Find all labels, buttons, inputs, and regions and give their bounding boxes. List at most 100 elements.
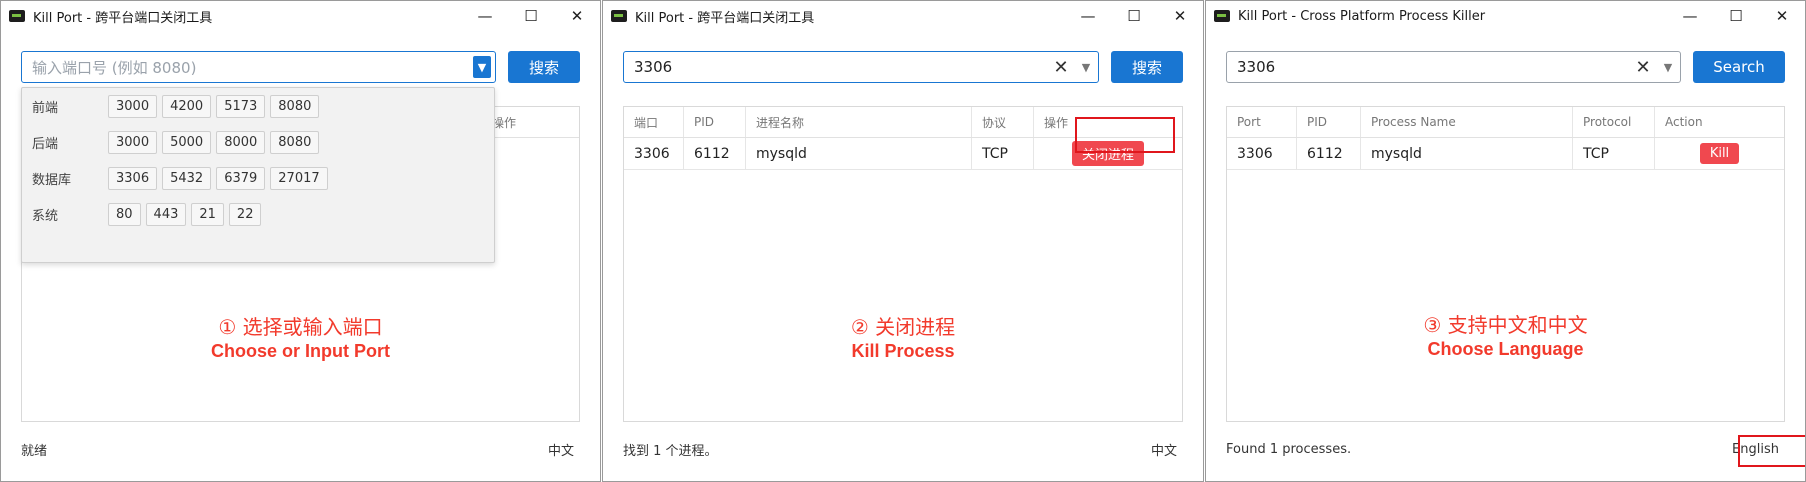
port-preset-dropdown: 前端 3000 4200 5173 8080 后端 3000 5000 8000… xyxy=(21,87,495,263)
step-caption: ① 选择或输入端口 Choose or Input Port xyxy=(21,311,580,362)
port-input[interactable]: 输入端口号 (例如 8080) xyxy=(22,57,473,78)
header-pid: PID xyxy=(1297,107,1361,137)
step-caption: ② 关闭进程 Kill Process xyxy=(623,311,1183,362)
app-icon xyxy=(611,10,627,22)
minimize-icon: — xyxy=(1080,7,1096,25)
title-bar[interactable]: Kill Port - 跨平台端口关闭工具 — ☐ ✕ xyxy=(1,1,600,31)
table-header: Port PID Process Name Protocol Action xyxy=(1227,107,1784,138)
language-toggle[interactable]: 中文 xyxy=(1151,440,1183,459)
title-bar[interactable]: Kill Port - Cross Platform Process Kille… xyxy=(1206,1,1805,31)
preset-row-backend: 后端 3000 5000 8000 8080 xyxy=(22,124,494,160)
cell-protocol: TCP xyxy=(972,138,1034,169)
header-action-partial: 操作 xyxy=(492,115,517,130)
caption-zh: ① 选择或输入端口 xyxy=(218,315,383,339)
header-action: Action xyxy=(1665,115,1703,129)
preset-port-chip[interactable]: 27017 xyxy=(270,166,328,190)
preset-port-chip[interactable]: 8080 xyxy=(270,130,320,154)
header-name: 进程名称 xyxy=(746,107,972,137)
minimize-icon: — xyxy=(477,7,493,25)
minimize-button[interactable]: — xyxy=(1065,1,1111,31)
cell-action: Kill xyxy=(1655,138,1784,169)
status-text: 就绪 xyxy=(21,443,48,459)
search-button[interactable]: 搜索 xyxy=(1111,51,1183,83)
close-button[interactable]: ✕ xyxy=(1759,1,1805,31)
chevron-down-icon[interactable]: ▼ xyxy=(473,56,491,78)
preset-port-chip[interactable]: 8080 xyxy=(270,94,320,118)
preset-port-chip[interactable]: 5000 xyxy=(162,130,212,154)
preset-port-chip[interactable]: 22 xyxy=(228,202,262,226)
preset-port-chip[interactable]: 4200 xyxy=(162,94,212,118)
maximize-button[interactable]: ☐ xyxy=(508,1,554,31)
maximize-icon: ☐ xyxy=(1729,7,1743,25)
chevron-down-icon[interactable]: ▼ xyxy=(1074,61,1098,74)
port-combobox[interactable]: 输入端口号 (例如 8080) ▼ xyxy=(21,51,496,83)
preset-port-chip[interactable]: 21 xyxy=(191,202,224,226)
port-combobox[interactable]: 3306 ✕ ▼ xyxy=(1226,51,1681,83)
search-button[interactable]: Search xyxy=(1693,51,1785,83)
language-toggle[interactable]: 中文 xyxy=(548,440,580,459)
close-button[interactable]: ✕ xyxy=(1157,1,1203,31)
clear-icon[interactable]: ✕ xyxy=(1048,57,1074,78)
preset-port-chip[interactable]: 5173 xyxy=(216,94,266,118)
preset-port-chip[interactable]: 80 xyxy=(108,202,141,226)
step-caption: ③ 支持中文和中文 Choose Language xyxy=(1226,309,1785,360)
preset-port-chip[interactable]: 5432 xyxy=(162,166,212,190)
header-port: 端口 xyxy=(624,107,684,137)
window-title: Kill Port - 跨平台端口关闭工具 xyxy=(635,10,815,26)
minimize-button[interactable]: — xyxy=(462,1,508,31)
status-text: 找到 1 个进程。 xyxy=(623,443,718,459)
preset-label: 数据库 xyxy=(32,172,72,188)
maximize-icon: ☐ xyxy=(1127,7,1141,25)
header-name: Process Name xyxy=(1361,107,1573,137)
preset-row-system: 系统 80 443 21 22 xyxy=(22,196,494,232)
preset-port-chip[interactable]: 6379 xyxy=(216,166,266,190)
close-icon: ✕ xyxy=(570,7,584,25)
window-3: Kill Port - Cross Platform Process Kille… xyxy=(1205,0,1806,482)
table-row[interactable]: 3306 6112 mysqld TCP Kill xyxy=(1227,138,1784,170)
preset-label: 系统 xyxy=(32,208,59,224)
chevron-down-icon[interactable]: ▼ xyxy=(1656,61,1680,74)
status-text: Found 1 processes. xyxy=(1226,441,1352,457)
close-button[interactable]: ✕ xyxy=(554,1,600,31)
app-icon xyxy=(1214,10,1230,22)
cell-name: mysqld xyxy=(1361,138,1573,169)
cell-port: 3306 xyxy=(624,138,684,169)
port-combobox[interactable]: 3306 ✕ ▼ xyxy=(623,51,1099,83)
app-icon xyxy=(9,10,25,22)
caption-en: Choose or Input Port xyxy=(211,341,390,361)
highlight-box xyxy=(1075,117,1175,153)
minimize-button[interactable]: — xyxy=(1667,1,1713,31)
close-icon: ✕ xyxy=(1173,7,1187,25)
preset-port-chip[interactable]: 443 xyxy=(145,202,187,226)
cell-name: mysqld xyxy=(746,138,972,169)
highlight-box xyxy=(1738,435,1805,467)
preset-port-chip[interactable]: 3306 xyxy=(108,166,158,190)
caption-en: Kill Process xyxy=(851,341,955,361)
maximize-icon: ☐ xyxy=(524,7,538,25)
port-input[interactable]: 3306 xyxy=(624,58,1048,76)
maximize-button[interactable]: ☐ xyxy=(1111,1,1157,31)
process-table: Port PID Process Name Protocol Action 33… xyxy=(1226,106,1785,422)
header-protocol: Protocol xyxy=(1573,107,1655,137)
preset-row-frontend: 前端 3000 4200 5173 8080 xyxy=(22,88,494,124)
kill-process-button[interactable]: Kill xyxy=(1699,143,1740,164)
preset-port-chip[interactable]: 8000 xyxy=(216,130,266,154)
preset-port-chip[interactable]: 3000 xyxy=(108,130,158,154)
cell-port: 3306 xyxy=(1227,138,1297,169)
preset-label: 后端 xyxy=(32,136,59,152)
header-port: Port xyxy=(1227,107,1297,137)
process-table: 端口 PID 进程名称 协议 操作 3306 6112 mysqld TCP 关… xyxy=(623,106,1183,422)
search-button[interactable]: 搜索 xyxy=(508,51,580,83)
preset-port-chip[interactable]: 3000 xyxy=(108,94,158,118)
maximize-button[interactable]: ☐ xyxy=(1713,1,1759,31)
title-bar[interactable]: Kill Port - 跨平台端口关闭工具 — ☐ ✕ xyxy=(603,1,1203,31)
clear-icon[interactable]: ✕ xyxy=(1630,57,1656,78)
port-input[interactable]: 3306 xyxy=(1227,58,1630,76)
cell-protocol: TCP xyxy=(1573,138,1655,169)
header-pid: PID xyxy=(684,107,746,137)
preset-row-database: 数据库 3306 5432 6379 27017 xyxy=(22,160,494,196)
minimize-icon: — xyxy=(1682,7,1698,25)
window-1: Kill Port - 跨平台端口关闭工具 — ☐ ✕ 输入端口号 (例如 80… xyxy=(0,0,601,482)
window-title: Kill Port - 跨平台端口关闭工具 xyxy=(33,10,213,26)
caption-en: Choose Language xyxy=(1427,339,1584,359)
